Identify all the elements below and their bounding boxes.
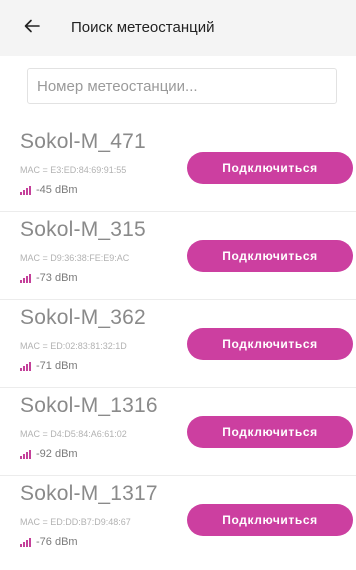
rssi-value: -92 dBm [36, 448, 78, 460]
station-mac: MAC = D9:36:38:FE:E9:AC [20, 253, 130, 263]
app-bar: Поиск метеостанций [0, 0, 356, 56]
signal-strength-icon [20, 537, 32, 547]
station-name: Sokol-M_362 [20, 306, 146, 329]
connect-button[interactable]: Подключиться [187, 416, 353, 448]
station-mac: MAC = ED:02:83:81:32:1D [20, 341, 127, 351]
arrow-left-icon [24, 19, 40, 38]
station-item: Sokol-M_1316 MAC = D4:D5:84:A6:61:02 -92… [0, 388, 356, 476]
signal-strength-icon [20, 185, 32, 195]
search-input[interactable] [28, 69, 336, 103]
back-button[interactable] [18, 14, 46, 42]
rssi-value: -45 dBm [36, 184, 78, 196]
signal-strength-icon [20, 449, 32, 459]
station-rssi: -71 dBm [20, 360, 78, 372]
station-rssi: -73 dBm [20, 272, 78, 284]
station-name: Sokol-M_1316 [20, 394, 158, 417]
rssi-value: -76 dBm [36, 536, 78, 548]
station-item: Sokol-M_1317 MAC = ED:DD:B7:D9:48:67 -76… [0, 476, 356, 564]
rssi-value: -71 dBm [36, 360, 78, 372]
station-item: Sokol-M_315 MAC = D9:36:38:FE:E9:AC -73 … [0, 212, 356, 300]
connect-button[interactable]: Подключиться [187, 328, 353, 360]
station-list: Sokol-M_471 MAC = E3:ED:84:69:91:55 -45 … [0, 124, 356, 564]
station-mac: MAC = D4:D5:84:A6:61:02 [20, 429, 127, 439]
station-rssi: -76 dBm [20, 536, 78, 548]
station-name: Sokol-M_471 [20, 130, 146, 153]
station-rssi: -92 dBm [20, 448, 78, 460]
station-name: Sokol-M_315 [20, 218, 146, 241]
connect-button[interactable]: Подключиться [187, 152, 353, 184]
rssi-value: -73 dBm [36, 272, 78, 284]
station-rssi: -45 dBm [20, 184, 78, 196]
search-box[interactable] [27, 68, 337, 104]
connect-button[interactable]: Подключиться [187, 504, 353, 536]
page-title: Поиск метеостанций [71, 19, 215, 36]
signal-strength-icon [20, 361, 32, 371]
station-name: Sokol-M_1317 [20, 482, 158, 505]
connect-button[interactable]: Подключиться [187, 240, 353, 272]
station-item: Sokol-M_362 MAC = ED:02:83:81:32:1D -71 … [0, 300, 356, 388]
station-mac: MAC = E3:ED:84:69:91:55 [20, 165, 127, 175]
station-mac: MAC = ED:DD:B7:D9:48:67 [20, 517, 131, 527]
signal-strength-icon [20, 273, 32, 283]
station-item: Sokol-M_471 MAC = E3:ED:84:69:91:55 -45 … [0, 124, 356, 212]
